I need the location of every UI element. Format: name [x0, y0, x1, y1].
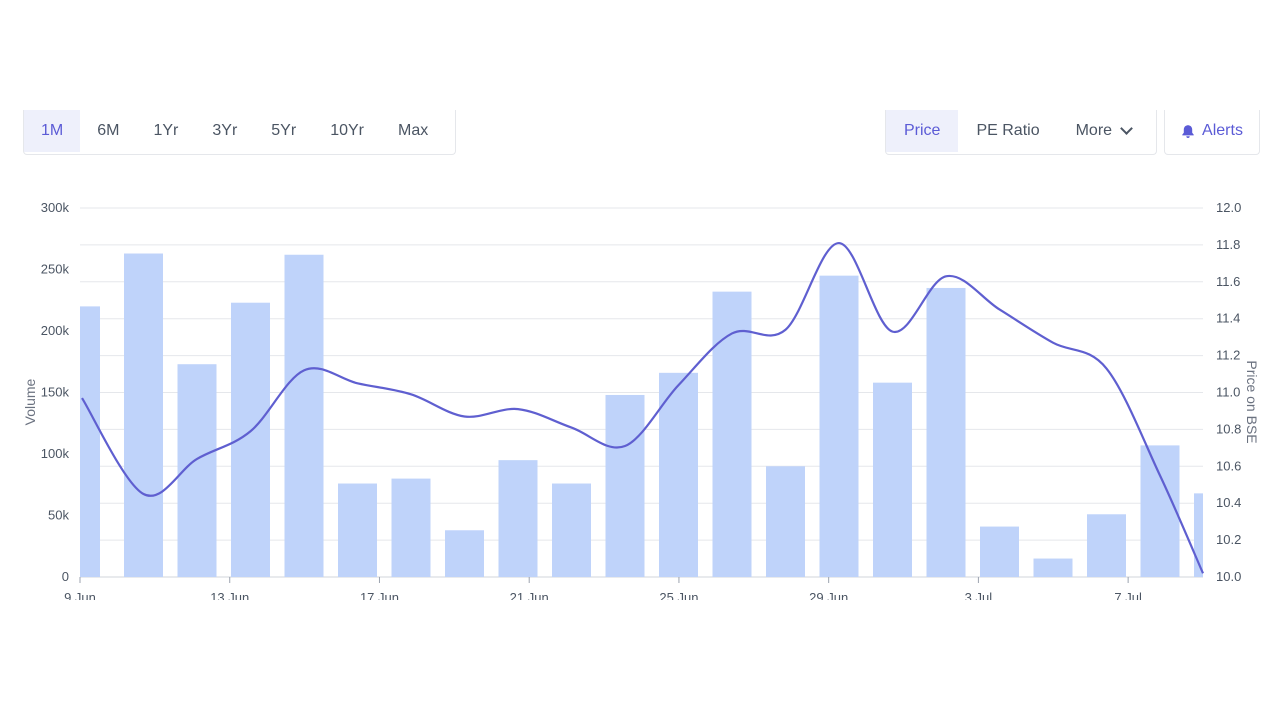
volume-bar [1140, 445, 1180, 577]
range-3yr-button[interactable]: 3Yr [195, 110, 254, 152]
x-tick-label: 29 Jun [809, 590, 848, 605]
alerts-label: Alerts [1202, 122, 1243, 139]
metric-selector: Price PE Ratio More [885, 110, 1157, 155]
metric-price-button[interactable]: Price [886, 110, 959, 152]
price-line [81, 241, 1205, 574]
y2-tick-label: 10.4 [1216, 495, 1241, 510]
volume-bar [712, 291, 752, 577]
y2-axis-title: Price on BSE [1244, 360, 1260, 443]
volume-bar [445, 530, 484, 577]
x-axis-ticks: 9 Jun 13 Jun 17 Jun 21 Jun 25 Jun 29 Jun 3 Jul… [64, 577, 1142, 605]
y2-tick-label: 11.0 [1216, 385, 1240, 400]
range-1yr-button[interactable]: 1Yr [136, 110, 195, 152]
volume-bar [1087, 514, 1126, 577]
time-range-selector: 1M 6M 1Yr 3Yr 5Yr 10Yr Max [23, 110, 456, 155]
y-tick-label: 200k [41, 323, 70, 338]
x-tick-label: 7 Jul [1114, 590, 1142, 605]
x-tick-label: 9 Jun [64, 590, 96, 605]
volume-bar [338, 483, 377, 577]
y2-tick-label: 10.0 [1216, 569, 1241, 584]
more-label: More [1075, 122, 1113, 139]
volume-bar [926, 287, 966, 577]
bell-icon [1182, 124, 1194, 138]
range-6m-button[interactable]: 6M [80, 110, 136, 152]
volume-bar [552, 483, 591, 577]
volume-bar [284, 254, 324, 578]
more-dropdown-button[interactable]: More [1058, 110, 1149, 152]
y-tick-label: 300k [41, 200, 70, 215]
volume-bar [177, 364, 217, 577]
volume-bar [605, 394, 645, 577]
volume-bar [873, 382, 912, 577]
y-tick-label: 150k [41, 385, 70, 400]
volume-bar [980, 526, 1019, 577]
volume-bar [231, 302, 270, 577]
y2-tick-label: 11.6 [1216, 274, 1240, 289]
chevron-down-icon [1120, 122, 1133, 135]
metric-pe-ratio-button[interactable]: PE Ratio [958, 110, 1057, 152]
volume-bar [1033, 558, 1073, 577]
y2-tick-label: 10.2 [1216, 532, 1241, 547]
y-tick-label: 250k [41, 262, 70, 277]
volume-bar [1194, 493, 1203, 577]
volume-bar [391, 478, 431, 577]
volume-bar [124, 253, 163, 577]
volume-bar [766, 466, 805, 577]
y-axis-title: Volume [22, 378, 38, 425]
volume-bar [659, 372, 698, 577]
y2-tick-label: 11.8 [1216, 237, 1240, 252]
range-5yr-button[interactable]: 5Yr [254, 110, 313, 152]
y-tick-label: 0 [62, 569, 69, 584]
x-tick-label: 17 Jun [360, 590, 399, 605]
range-10yr-button[interactable]: 10Yr [313, 110, 381, 152]
volume-price-chart: 10.0 10.2 10.4 10.6 10.8 11.0 11.2 11.4 11.6 11.8… [22, 200, 1260, 605]
y2-tick-label: 12.0 [1216, 200, 1241, 215]
y2-tick-label: 10.6 [1216, 458, 1241, 473]
volume-bar [80, 306, 100, 577]
y2-tick-label: 11.2 [1216, 348, 1240, 363]
x-tick-label: 3 Jul [965, 590, 993, 605]
volume-bar [819, 275, 859, 577]
volume-bar [498, 460, 538, 577]
x-tick-label: 25 Jun [659, 590, 698, 605]
alerts-button[interactable]: Alerts [1165, 110, 1259, 152]
range-1m-button[interactable]: 1M [24, 110, 81, 152]
alerts-panel: Alerts [1164, 110, 1260, 155]
y-tick-label: 50k [48, 508, 69, 523]
y2-tick-label: 11.4 [1216, 311, 1240, 326]
range-max-button[interactable]: Max [381, 110, 445, 152]
x-tick-label: 21 Jun [510, 590, 549, 605]
x-tick-label: 13 Jun [210, 590, 249, 605]
y-tick-label: 100k [41, 446, 70, 461]
y2-tick-label: 10.8 [1216, 421, 1241, 436]
